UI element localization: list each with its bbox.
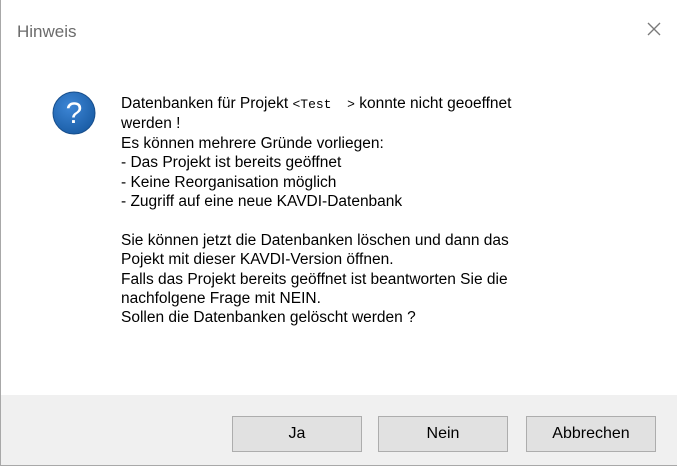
question-icon: ? — [51, 90, 97, 136]
svg-text:?: ? — [66, 97, 83, 130]
close-icon[interactable] — [643, 18, 665, 40]
message-line1-suffix: konnte nicht geoeffnet — [354, 95, 512, 112]
message-instructions: Sie können jetzt die Datenbanken löschen… — [121, 231, 509, 327]
project-name: <Test > — [292, 97, 355, 112]
cancel-button[interactable]: Abbrechen — [526, 416, 656, 452]
message-text: Datenbanken für Projekt <Test > konnte n… — [121, 94, 661, 328]
title-bar: Hinweis — [1, 0, 677, 60]
message-line1-prefix: Datenbanken für Projekt — [121, 95, 293, 112]
message-area: ? Datenbanken für Projekt <Test > konnte… — [1, 60, 677, 390]
dialog-title: Hinweis — [17, 22, 77, 41]
no-button[interactable]: Nein — [378, 416, 508, 452]
yes-button[interactable]: Ja — [232, 416, 362, 452]
message-dialog: Hinweis ? Datenbanken für Projekt <Test — [0, 0, 677, 466]
message-reasons: werden ! Es können mehrere Gründe vorlie… — [121, 115, 403, 211]
